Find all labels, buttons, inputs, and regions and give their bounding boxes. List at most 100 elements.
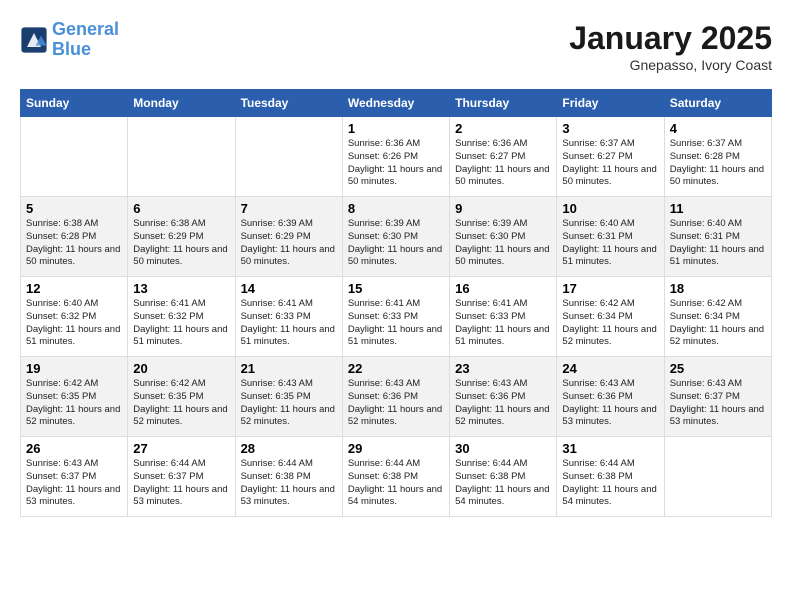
- day-info: Sunrise: 6:42 AM Sunset: 6:34 PM Dayligh…: [670, 298, 766, 349]
- day-info: Sunrise: 6:42 AM Sunset: 6:35 PM Dayligh…: [133, 378, 229, 429]
- calendar-cell: 31Sunrise: 6:44 AM Sunset: 6:38 PM Dayli…: [557, 437, 664, 517]
- calendar-cell: 8Sunrise: 6:39 AM Sunset: 6:30 PM Daylig…: [342, 197, 449, 277]
- day-number: 6: [133, 201, 229, 216]
- calendar-cell: 7 Sunrise: 6:39 AM Sunset: 6:29 PM Daylig…: [235, 197, 342, 277]
- page-header: GeneralBlue January 2025 Gnepasso, Ivory…: [20, 20, 772, 73]
- weekday-header-sunday: Sunday: [21, 90, 128, 117]
- title-block: January 2025 Gnepasso, Ivory Coast: [569, 20, 772, 73]
- calendar-table: SundayMondayTuesdayWednesdayThursdayFrid…: [20, 89, 772, 517]
- day-number: 17: [562, 281, 658, 296]
- day-number: 7: [241, 201, 337, 216]
- calendar-cell: 30 Sunrise: 6:44 AM Sunset: 6:38 PM Dayli…: [450, 437, 557, 517]
- week-row-3: 12 Sunrise: 6:40 AM Sunset: 6:32 PM Dayli…: [21, 277, 772, 357]
- day-number: 28: [241, 441, 337, 456]
- calendar-cell: 5 Sunrise: 6:38 AM Sunset: 6:28 PM Daylig…: [21, 197, 128, 277]
- weekday-header-friday: Friday: [557, 90, 664, 117]
- calendar-body: 1Sunrise: 6:36 AM Sunset: 6:26 PM Daylig…: [21, 117, 772, 517]
- calendar-cell: [128, 117, 235, 197]
- calendar-cell: 13 Sunrise: 6:41 AM Sunset: 6:32 PM Dayli…: [128, 277, 235, 357]
- calendar-cell: 1Sunrise: 6:36 AM Sunset: 6:26 PM Daylig…: [342, 117, 449, 197]
- day-number: 15: [348, 281, 444, 296]
- day-info: Sunrise: 6:40 AM Sunset: 6:31 PM Dayligh…: [670, 218, 766, 269]
- calendar-cell: 11 Sunrise: 6:40 AM Sunset: 6:31 PM Dayli…: [664, 197, 771, 277]
- day-number: 31: [562, 441, 658, 456]
- day-number: 9: [455, 201, 551, 216]
- day-number: 2: [455, 121, 551, 136]
- calendar-cell: 21 Sunrise: 6:43 AM Sunset: 6:35 PM Dayli…: [235, 357, 342, 437]
- weekday-header-thursday: Thursday: [450, 90, 557, 117]
- calendar-cell: 17 Sunrise: 6:42 AM Sunset: 6:34 PM Dayli…: [557, 277, 664, 357]
- day-info: Sunrise: 6:41 AM Sunset: 6:33 PM Dayligh…: [241, 298, 337, 349]
- calendar-cell: 29Sunrise: 6:44 AM Sunset: 6:38 PM Dayli…: [342, 437, 449, 517]
- day-info: Sunrise: 6:44 AM Sunset: 6:38 PM Dayligh…: [241, 458, 337, 509]
- day-info: Sunrise: 6:41 AM Sunset: 6:33 PM Dayligh…: [348, 298, 444, 349]
- day-info: Sunrise: 6:44 AM Sunset: 6:38 PM Dayligh…: [455, 458, 551, 509]
- day-info: Sunrise: 6:38 AM Sunset: 6:28 PM Dayligh…: [26, 218, 122, 269]
- day-info: Sunrise: 6:43 AM Sunset: 6:36 PM Dayligh…: [562, 378, 658, 429]
- day-number: 13: [133, 281, 229, 296]
- day-info: Sunrise: 6:43 AM Sunset: 6:37 PM Dayligh…: [26, 458, 122, 509]
- day-number: 18: [670, 281, 766, 296]
- day-number: 30: [455, 441, 551, 456]
- calendar-cell: [21, 117, 128, 197]
- calendar-cell: 15 Sunrise: 6:41 AM Sunset: 6:33 PM Dayli…: [342, 277, 449, 357]
- calendar-cell: 9Sunrise: 6:39 AM Sunset: 6:30 PM Daylig…: [450, 197, 557, 277]
- calendar-cell: 3Sunrise: 6:37 AM Sunset: 6:27 PM Daylig…: [557, 117, 664, 197]
- calendar-cell: 28 Sunrise: 6:44 AM Sunset: 6:38 PM Dayli…: [235, 437, 342, 517]
- day-info: Sunrise: 6:43 AM Sunset: 6:35 PM Dayligh…: [241, 378, 337, 429]
- day-number: 12: [26, 281, 122, 296]
- day-number: 20: [133, 361, 229, 376]
- day-info: Sunrise: 6:41 AM Sunset: 6:33 PM Dayligh…: [455, 298, 551, 349]
- calendar-cell: 22 Sunrise: 6:43 AM Sunset: 6:36 PM Dayli…: [342, 357, 449, 437]
- week-row-2: 5 Sunrise: 6:38 AM Sunset: 6:28 PM Daylig…: [21, 197, 772, 277]
- day-info: Sunrise: 6:43 AM Sunset: 6:36 PM Dayligh…: [455, 378, 551, 429]
- logo: GeneralBlue: [20, 20, 119, 60]
- day-info: Sunrise: 6:43 AM Sunset: 6:37 PM Dayligh…: [670, 378, 766, 429]
- calendar-cell: 23 Sunrise: 6:43 AM Sunset: 6:36 PM Dayli…: [450, 357, 557, 437]
- calendar-cell: 14Sunrise: 6:41 AM Sunset: 6:33 PM Dayli…: [235, 277, 342, 357]
- day-number: 23: [455, 361, 551, 376]
- day-number: 26: [26, 441, 122, 456]
- day-info: Sunrise: 6:36 AM Sunset: 6:27 PM Dayligh…: [455, 138, 551, 189]
- day-number: 4: [670, 121, 766, 136]
- calendar-cell: 6 Sunrise: 6:38 AM Sunset: 6:29 PM Daylig…: [128, 197, 235, 277]
- day-info: Sunrise: 6:43 AM Sunset: 6:36 PM Dayligh…: [348, 378, 444, 429]
- day-number: 19: [26, 361, 122, 376]
- calendar-cell: 20 Sunrise: 6:42 AM Sunset: 6:35 PM Dayli…: [128, 357, 235, 437]
- day-number: 5: [26, 201, 122, 216]
- day-number: 11: [670, 201, 766, 216]
- week-row-1: 1Sunrise: 6:36 AM Sunset: 6:26 PM Daylig…: [21, 117, 772, 197]
- day-info: Sunrise: 6:37 AM Sunset: 6:28 PM Dayligh…: [670, 138, 766, 189]
- week-row-4: 19 Sunrise: 6:42 AM Sunset: 6:35 PM Dayli…: [21, 357, 772, 437]
- calendar-cell: 16 Sunrise: 6:41 AM Sunset: 6:33 PM Dayli…: [450, 277, 557, 357]
- week-row-5: 26 Sunrise: 6:43 AM Sunset: 6:37 PM Dayli…: [21, 437, 772, 517]
- calendar-cell: 25 Sunrise: 6:43 AM Sunset: 6:37 PM Dayli…: [664, 357, 771, 437]
- day-number: 25: [670, 361, 766, 376]
- day-info: Sunrise: 6:39 AM Sunset: 6:29 PM Dayligh…: [241, 218, 337, 269]
- weekday-header-wednesday: Wednesday: [342, 90, 449, 117]
- day-info: Sunrise: 6:36 AM Sunset: 6:26 PM Dayligh…: [348, 138, 444, 189]
- day-number: 29: [348, 441, 444, 456]
- day-info: Sunrise: 6:40 AM Sunset: 6:32 PM Dayligh…: [26, 298, 122, 349]
- weekday-header-row: SundayMondayTuesdayWednesdayThursdayFrid…: [21, 90, 772, 117]
- calendar-cell: 10Sunrise: 6:40 AM Sunset: 6:31 PM Dayli…: [557, 197, 664, 277]
- day-number: 21: [241, 361, 337, 376]
- day-info: Sunrise: 6:42 AM Sunset: 6:34 PM Dayligh…: [562, 298, 658, 349]
- logo-icon: [20, 26, 48, 54]
- location-subtitle: Gnepasso, Ivory Coast: [569, 57, 772, 73]
- day-info: Sunrise: 6:38 AM Sunset: 6:29 PM Dayligh…: [133, 218, 229, 269]
- weekday-header-saturday: Saturday: [664, 90, 771, 117]
- calendar-cell: 2 Sunrise: 6:36 AM Sunset: 6:27 PM Daylig…: [450, 117, 557, 197]
- day-number: 22: [348, 361, 444, 376]
- day-number: 27: [133, 441, 229, 456]
- day-number: 3: [562, 121, 658, 136]
- day-number: 16: [455, 281, 551, 296]
- day-number: 10: [562, 201, 658, 216]
- calendar-cell: 19 Sunrise: 6:42 AM Sunset: 6:35 PM Dayli…: [21, 357, 128, 437]
- day-info: Sunrise: 6:41 AM Sunset: 6:32 PM Dayligh…: [133, 298, 229, 349]
- day-number: 8: [348, 201, 444, 216]
- day-number: 24: [562, 361, 658, 376]
- day-info: Sunrise: 6:42 AM Sunset: 6:35 PM Dayligh…: [26, 378, 122, 429]
- calendar-cell: 12 Sunrise: 6:40 AM Sunset: 6:32 PM Dayli…: [21, 277, 128, 357]
- calendar-cell: 18 Sunrise: 6:42 AM Sunset: 6:34 PM Dayli…: [664, 277, 771, 357]
